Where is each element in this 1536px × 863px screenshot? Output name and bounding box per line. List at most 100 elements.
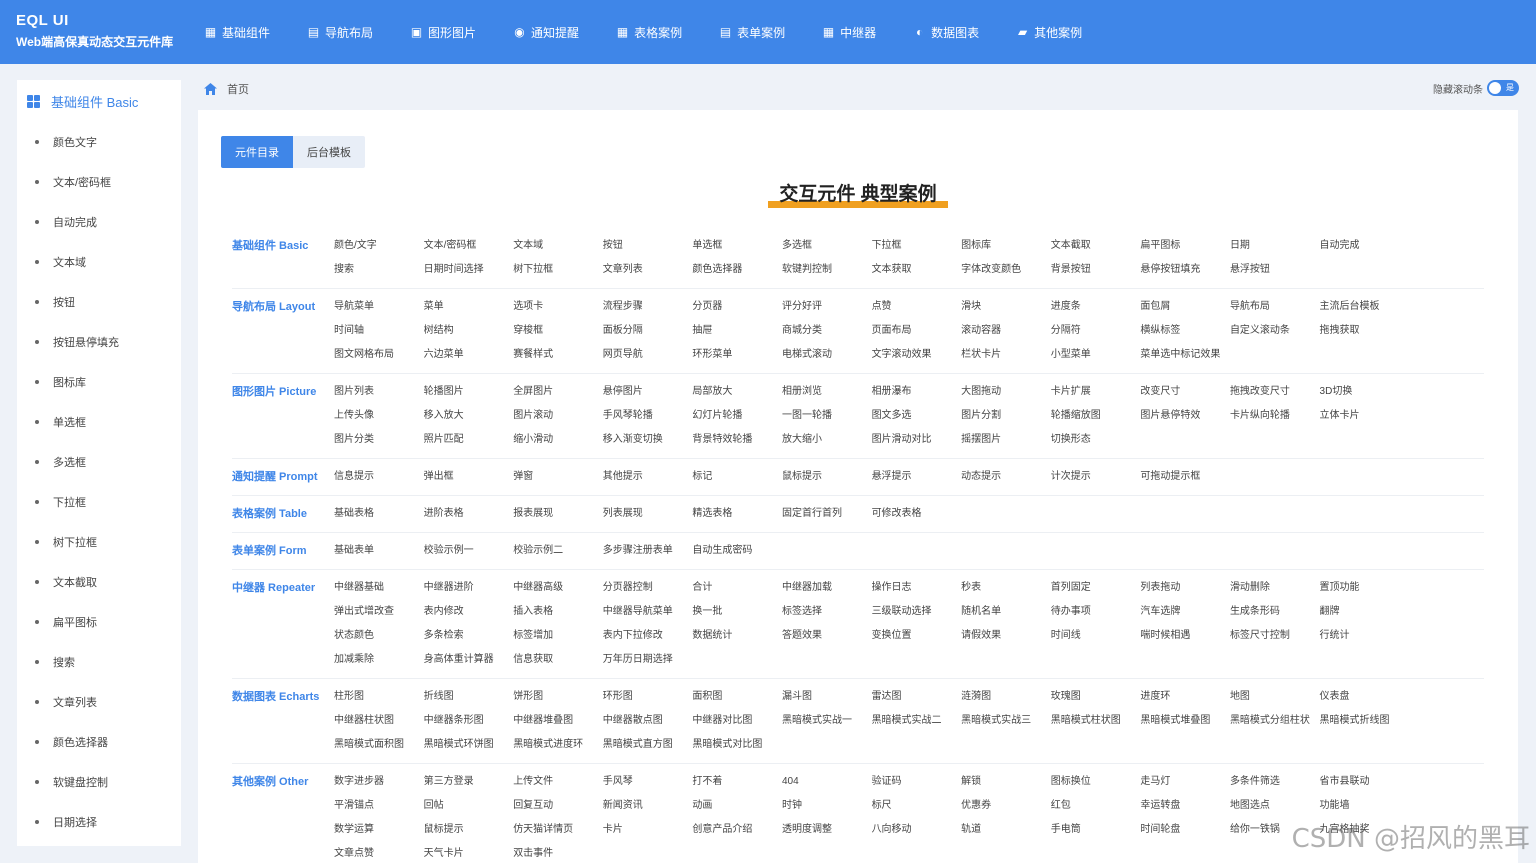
- sidebar-item[interactable]: 按钮悬停填充: [17, 322, 181, 362]
- component-link[interactable]: 答题效果: [782, 624, 872, 648]
- component-link[interactable]: 悬停按钮填充: [1140, 258, 1230, 282]
- component-link[interactable]: 菜单选中标记效果: [1140, 343, 1230, 367]
- category-title[interactable]: 表单案例 Form: [232, 539, 334, 563]
- component-link[interactable]: 电梯式滚动: [782, 343, 872, 367]
- component-link[interactable]: 悬停图片: [603, 380, 693, 404]
- component-link[interactable]: 进度条: [1051, 295, 1141, 319]
- component-link[interactable]: 中继器条形图: [424, 709, 514, 733]
- component-link[interactable]: 随机名单: [961, 600, 1051, 624]
- component-link[interactable]: 点赞: [872, 295, 962, 319]
- component-link[interactable]: 横纵标签: [1140, 319, 1230, 343]
- component-link[interactable]: 表内修改: [424, 600, 514, 624]
- component-link[interactable]: 搜索: [334, 258, 424, 282]
- component-link[interactable]: 数学运算: [334, 818, 424, 842]
- component-link[interactable]: 折线图: [424, 685, 514, 709]
- component-link[interactable]: 黑暗模式对比图: [692, 733, 782, 757]
- component-link[interactable]: 多条检索: [424, 624, 514, 648]
- component-link[interactable]: 中继器堆叠图: [513, 709, 603, 733]
- component-link[interactable]: 文章点赞: [334, 842, 424, 863]
- component-link[interactable]: 主流后台模板: [1320, 295, 1410, 319]
- component-link[interactable]: 悬浮按钮: [1230, 258, 1320, 282]
- component-link[interactable]: 背景特效轮播: [692, 428, 782, 452]
- component-link[interactable]: 摇摆图片: [961, 428, 1051, 452]
- component-link[interactable]: 饼形图: [513, 685, 603, 709]
- nav-item-1[interactable]: ▤ 导航布局: [299, 0, 381, 64]
- component-link[interactable]: 滚动容器: [961, 319, 1051, 343]
- component-link[interactable]: 选项卡: [513, 295, 603, 319]
- component-link[interactable]: 优惠券: [961, 794, 1051, 818]
- component-link[interactable]: 涟漪图: [961, 685, 1051, 709]
- component-link[interactable]: 环形图: [603, 685, 693, 709]
- component-link[interactable]: 评分好评: [782, 295, 872, 319]
- component-link[interactable]: 字体改变颜色: [961, 258, 1051, 282]
- component-link[interactable]: 图片滑动对比: [872, 428, 962, 452]
- component-link[interactable]: 秒表: [961, 576, 1051, 600]
- component-link[interactable]: 菜单: [424, 295, 514, 319]
- component-link[interactable]: 标签选择: [782, 600, 872, 624]
- sidebar-item[interactable]: 日期选择: [17, 802, 181, 842]
- component-link[interactable]: 滑动删除: [1230, 576, 1320, 600]
- nav-item-7[interactable]: ◐ 数据图表: [905, 0, 987, 64]
- category-title[interactable]: 数据图表 Echarts: [232, 685, 334, 757]
- component-link[interactable]: 流程步骤: [603, 295, 693, 319]
- component-link[interactable]: 穿梭框: [513, 319, 603, 343]
- component-link[interactable]: 黑暗模式实战三: [961, 709, 1051, 733]
- component-link[interactable]: 功能墙: [1320, 794, 1410, 818]
- component-link[interactable]: 黑暗模式分组柱状: [1230, 709, 1320, 733]
- component-link[interactable]: 万年历日期选择: [603, 648, 693, 672]
- component-link[interactable]: 回帖: [424, 794, 514, 818]
- component-link[interactable]: 放大缩小: [782, 428, 872, 452]
- component-link[interactable]: 中继器进阶: [424, 576, 514, 600]
- component-link[interactable]: 切换形态: [1051, 428, 1141, 452]
- nav-item-8[interactable]: ▰ 其他案例: [1008, 0, 1090, 64]
- component-link[interactable]: 时间轮盘: [1140, 818, 1230, 842]
- component-link[interactable]: 文字滚动效果: [872, 343, 962, 367]
- component-link[interactable]: 列表拖动: [1140, 576, 1230, 600]
- component-link[interactable]: 赛餐样式: [513, 343, 603, 367]
- component-link[interactable]: 汽车选牌: [1140, 600, 1230, 624]
- component-link[interactable]: 面板分隔: [603, 319, 693, 343]
- category-title[interactable]: 表格案例 Table: [232, 502, 334, 526]
- component-link[interactable]: 新闻资讯: [603, 794, 693, 818]
- component-link[interactable]: 图标库: [961, 234, 1051, 258]
- component-link[interactable]: 数据统计: [692, 624, 782, 648]
- component-link[interactable]: 第三方登录: [424, 770, 514, 794]
- category-title[interactable]: 图形图片 Picture: [232, 380, 334, 452]
- nav-item-6[interactable]: ▦ 中继器: [814, 0, 884, 64]
- component-link[interactable]: 手风琴: [603, 770, 693, 794]
- component-link[interactable]: 黑暗模式面积图: [334, 733, 424, 757]
- component-link[interactable]: 多选框: [782, 234, 872, 258]
- component-link[interactable]: 幻灯片轮播: [692, 404, 782, 428]
- component-link[interactable]: 拖拽改变尺寸: [1230, 380, 1320, 404]
- component-link[interactable]: 进阶表格: [424, 502, 514, 526]
- component-link[interactable]: 黑暗模式进度环: [513, 733, 603, 757]
- component-link[interactable]: 进度环: [1140, 685, 1230, 709]
- component-link[interactable]: 抽屉: [692, 319, 782, 343]
- component-link[interactable]: 八向移动: [872, 818, 962, 842]
- component-link[interactable]: 双击事件: [513, 842, 603, 863]
- component-link[interactable]: 可拖动提示框: [1140, 465, 1230, 489]
- component-link[interactable]: 面包屑: [1140, 295, 1230, 319]
- sidebar-item[interactable]: 颜色文字: [17, 122, 181, 162]
- component-link[interactable]: 面积图: [692, 685, 782, 709]
- component-link[interactable]: 基础表单: [334, 539, 424, 563]
- component-link[interactable]: 翻牌: [1320, 600, 1410, 624]
- component-link[interactable]: 颜色选择器: [692, 258, 782, 282]
- component-link[interactable]: 标签增加: [513, 624, 603, 648]
- component-link[interactable]: 走马灯: [1140, 770, 1230, 794]
- component-link[interactable]: 图片列表: [334, 380, 424, 404]
- component-link[interactable]: 动态提示: [961, 465, 1051, 489]
- component-link[interactable]: 可修改表格: [872, 502, 962, 526]
- sidebar-item[interactable]: 软键盘控制: [17, 762, 181, 802]
- component-link[interactable]: 校验示例二: [513, 539, 603, 563]
- component-link[interactable]: 轮播图片: [424, 380, 514, 404]
- component-link[interactable]: 软键判控制: [782, 258, 872, 282]
- component-link[interactable]: 地图: [1230, 685, 1320, 709]
- component-link[interactable]: 报表展现: [513, 502, 603, 526]
- component-link[interactable]: 卡片: [603, 818, 693, 842]
- component-link[interactable]: 自动生成密码: [692, 539, 782, 563]
- component-link[interactable]: 悬浮提示: [872, 465, 962, 489]
- component-link[interactable]: 玫瑰图: [1051, 685, 1141, 709]
- component-link[interactable]: 中继器散点图: [603, 709, 693, 733]
- component-link[interactable]: 背景按钮: [1051, 258, 1141, 282]
